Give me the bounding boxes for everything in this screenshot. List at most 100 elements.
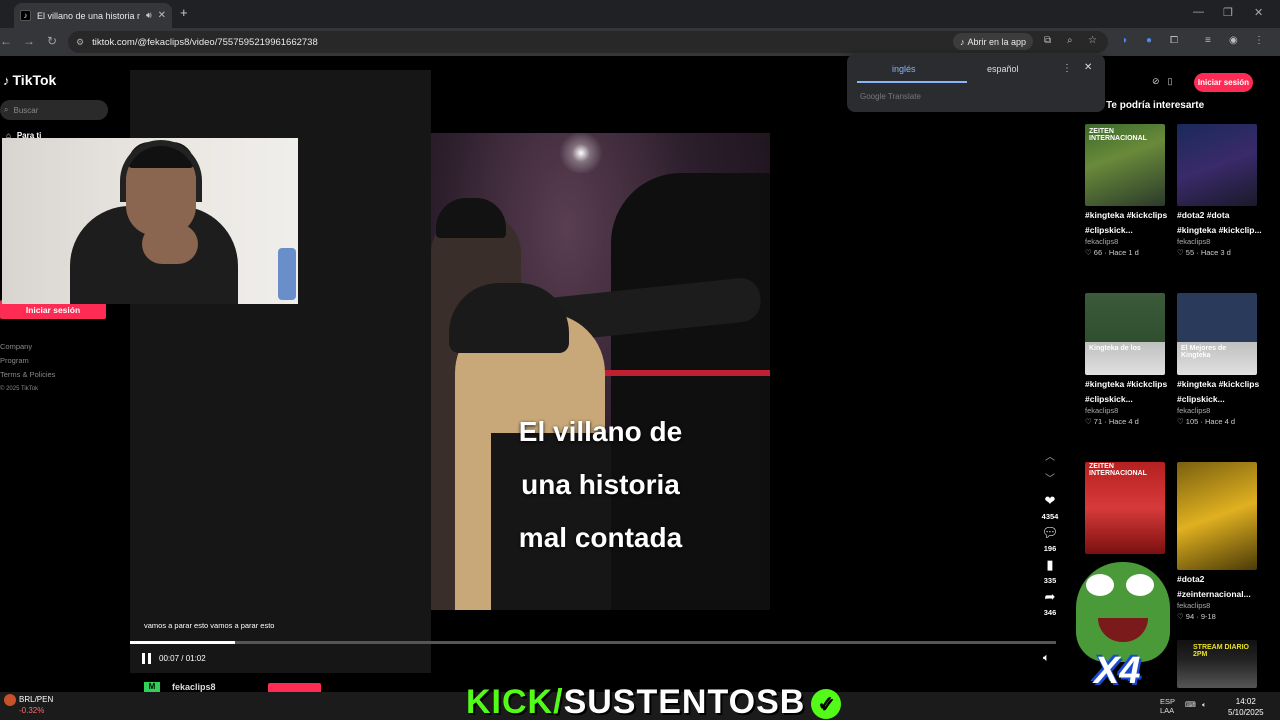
comment-button[interactable]: 💬︎ 196	[1036, 526, 1064, 556]
extension-icon[interactable]: ◗	[1122, 35, 1128, 46]
card-caption: #clipskick...	[1177, 394, 1225, 404]
media-icon[interactable]: ≡	[1205, 35, 1211, 46]
share-count: 346	[1043, 608, 1057, 617]
tab-ingles[interactable]: inglés	[892, 64, 916, 74]
extensions-puzzle-icon[interactable]: ⧠	[1170, 35, 1178, 46]
translate-icon[interactable]: ⧉	[1044, 35, 1051, 46]
forward-icon[interactable]: →	[23, 34, 35, 48]
video-player[interactable]: El villano de una historia mal contada	[431, 70, 770, 673]
language-indicator[interactable]: ESP LAA	[1160, 697, 1175, 715]
video-thumbnail[interactable]	[1177, 124, 1257, 206]
translate-popup: inglés español ⋮ ✕ Google Translate	[847, 54, 1105, 112]
search-placeholder: Buscar	[13, 105, 39, 115]
tiktok-logo[interactable]: ♪ TikTok	[3, 72, 56, 88]
zoom-icon[interactable]: ⌕	[1067, 35, 1073, 46]
author-name[interactable]: fekaclips8	[172, 682, 216, 692]
chevron-up-icon[interactable]: ︿	[1036, 448, 1064, 470]
copyright: © 2025 TikTok	[0, 386, 39, 392]
stock-ticker[interactable]: BRL/PEN -0.32%	[4, 694, 53, 716]
card-caption: #dota2 #dota	[1177, 210, 1230, 220]
network-icon[interactable]: ⌨	[1185, 700, 1196, 709]
extension-icon[interactable]: ●	[1146, 35, 1152, 46]
thumb-label: STREAM DIARIO 2PM	[1193, 644, 1249, 658]
tab-espanol[interactable]: español	[987, 64, 1019, 74]
footer-link[interactable]: Program	[0, 354, 55, 368]
clock-time: 14:02	[1235, 697, 1256, 706]
card-meta: ♡ 94 · 9-18	[1177, 612, 1216, 621]
volume-icon[interactable]: 🔈︎	[1043, 652, 1050, 665]
tiktok-icon: ♪	[960, 36, 965, 47]
video-thumbnail[interactable]	[1177, 462, 1257, 570]
footer-link[interactable]: Terms & Policies	[0, 368, 55, 382]
card-user: fekaclips8	[1177, 406, 1211, 415]
back-icon[interactable]: ←	[0, 34, 12, 48]
close-icon[interactable]: ✕	[1084, 62, 1092, 73]
header-login-button[interactable]: Iniciar sesión	[1194, 73, 1253, 92]
bookmark-icon: ▮	[1046, 557, 1054, 572]
close-window-icon[interactable]: ✕	[1254, 6, 1263, 19]
more-options-icon[interactable]: ⋮	[1062, 63, 1072, 74]
comment-count: 196	[1043, 544, 1057, 553]
card-caption: #clipskick...	[1085, 225, 1133, 235]
heart-icon: ❤	[1044, 493, 1056, 508]
video-card[interactable]: #dota2 #zeinternacional... fekaclips8 ♡ …	[1177, 462, 1265, 621]
taskbar-clock[interactable]: 14:02 5/10/2025	[1228, 696, 1264, 718]
caption-line: mal contada	[518, 522, 683, 553]
new-tab-button[interactable]: +	[180, 5, 188, 20]
action-rail: ︿ ﹀ ❤ 4354 💬︎ 196 ▮ 335 ➦ 346	[1036, 448, 1064, 620]
profile-icon[interactable]: ◉	[1229, 35, 1238, 46]
video-card[interactable]: Kingteka de los #kingteka #kickclips #cl…	[1085, 293, 1173, 426]
ring-rope	[581, 370, 770, 376]
card-caption: #kingteka #kickclips	[1177, 379, 1260, 389]
peepo-eye	[1086, 574, 1114, 596]
ticker-change: -0.32%	[19, 706, 45, 715]
video-thumbnail[interactable]: STREAM DIARIO 2PM	[1177, 640, 1257, 688]
video-thumbnail[interactable]: Kingteka de los	[1085, 293, 1165, 375]
reload-icon[interactable]: ↻	[47, 34, 57, 48]
video-card[interactable]: STREAM DIARIO 2PM	[1177, 640, 1265, 688]
minimize-icon[interactable]: —	[1193, 6, 1204, 18]
video-card[interactable]: #dota2 #dota #kingteka #kickclip... feka…	[1177, 124, 1265, 257]
ticker-icon	[4, 694, 16, 706]
maximize-icon[interactable]: ❐	[1223, 6, 1233, 19]
video-progress-bar[interactable]	[130, 641, 1056, 644]
share-button[interactable]: ➦ 346	[1036, 590, 1064, 620]
search-icon: ⌕	[4, 105, 9, 114]
coin-icon[interactable]: ⊘	[1152, 76, 1160, 87]
video-card[interactable]: El Mejores de Kingteka #kingteka #kickcl…	[1177, 293, 1265, 426]
thumb-label: Kingteka de los	[1089, 345, 1141, 352]
open-in-app-button[interactable]: ♪ Abrir en la app	[953, 33, 1034, 50]
open-in-app-label: Abrir en la app	[967, 36, 1027, 47]
tiktok-icon: ♪	[20, 10, 31, 21]
peepo-emote: X4	[1064, 548, 1180, 696]
thumb-label: ZEITEN INTERNACIONAL	[1089, 128, 1147, 142]
ticker-symbol: BRL/PEN	[19, 695, 54, 705]
card-caption: #kingteka #kickclips	[1085, 210, 1168, 220]
video-thumbnail[interactable]: ZEITEN INTERNACIONAL	[1085, 124, 1165, 206]
video-card[interactable]: ZEITEN INTERNACIONAL	[1085, 462, 1173, 554]
like-count: 4354	[1041, 512, 1059, 521]
close-tab-icon[interactable]: ✕	[158, 10, 166, 21]
bookmark-star-icon[interactable]: ☆	[1088, 35, 1097, 46]
address-bar[interactable]: ⚙ tiktok.com/@fekaclips8/video/755759521…	[68, 31, 1108, 53]
webcam-overlay	[2, 138, 298, 304]
like-button[interactable]: ❤ 4354	[1036, 494, 1064, 524]
peepo-badge: X4	[1094, 650, 1141, 692]
pause-icon[interactable]	[142, 653, 152, 664]
device-icon[interactable]: ▯	[1168, 76, 1173, 87]
volume-tray-icon[interactable]: 🔈︎	[1202, 700, 1207, 710]
search-input[interactable]: ⌕ Buscar	[0, 100, 108, 120]
speaker-icon[interactable]: 🔊︎	[146, 10, 152, 21]
browser-tab[interactable]: ♪ El villano de una historia ma 🔊︎ ✕	[14, 3, 172, 28]
video-card[interactable]: ZEITEN INTERNACIONAL #kingteka #kickclip…	[1085, 124, 1173, 257]
clock-date: 5/10/2025	[1228, 708, 1264, 717]
video-thumbnail[interactable]: ZEITEN INTERNACIONAL	[1085, 462, 1165, 554]
site-info-icon[interactable]: ⚙	[76, 37, 84, 48]
peepo-eye	[1126, 574, 1154, 596]
save-button[interactable]: ▮ 335	[1036, 558, 1064, 588]
chevron-down-icon[interactable]: ﹀	[1036, 470, 1064, 492]
video-thumbnail[interactable]: El Mejores de Kingteka	[1177, 293, 1257, 375]
video-figure-cap	[449, 283, 569, 353]
footer-link[interactable]: Company	[0, 340, 55, 354]
menu-icon[interactable]: ⋮	[1254, 35, 1264, 46]
